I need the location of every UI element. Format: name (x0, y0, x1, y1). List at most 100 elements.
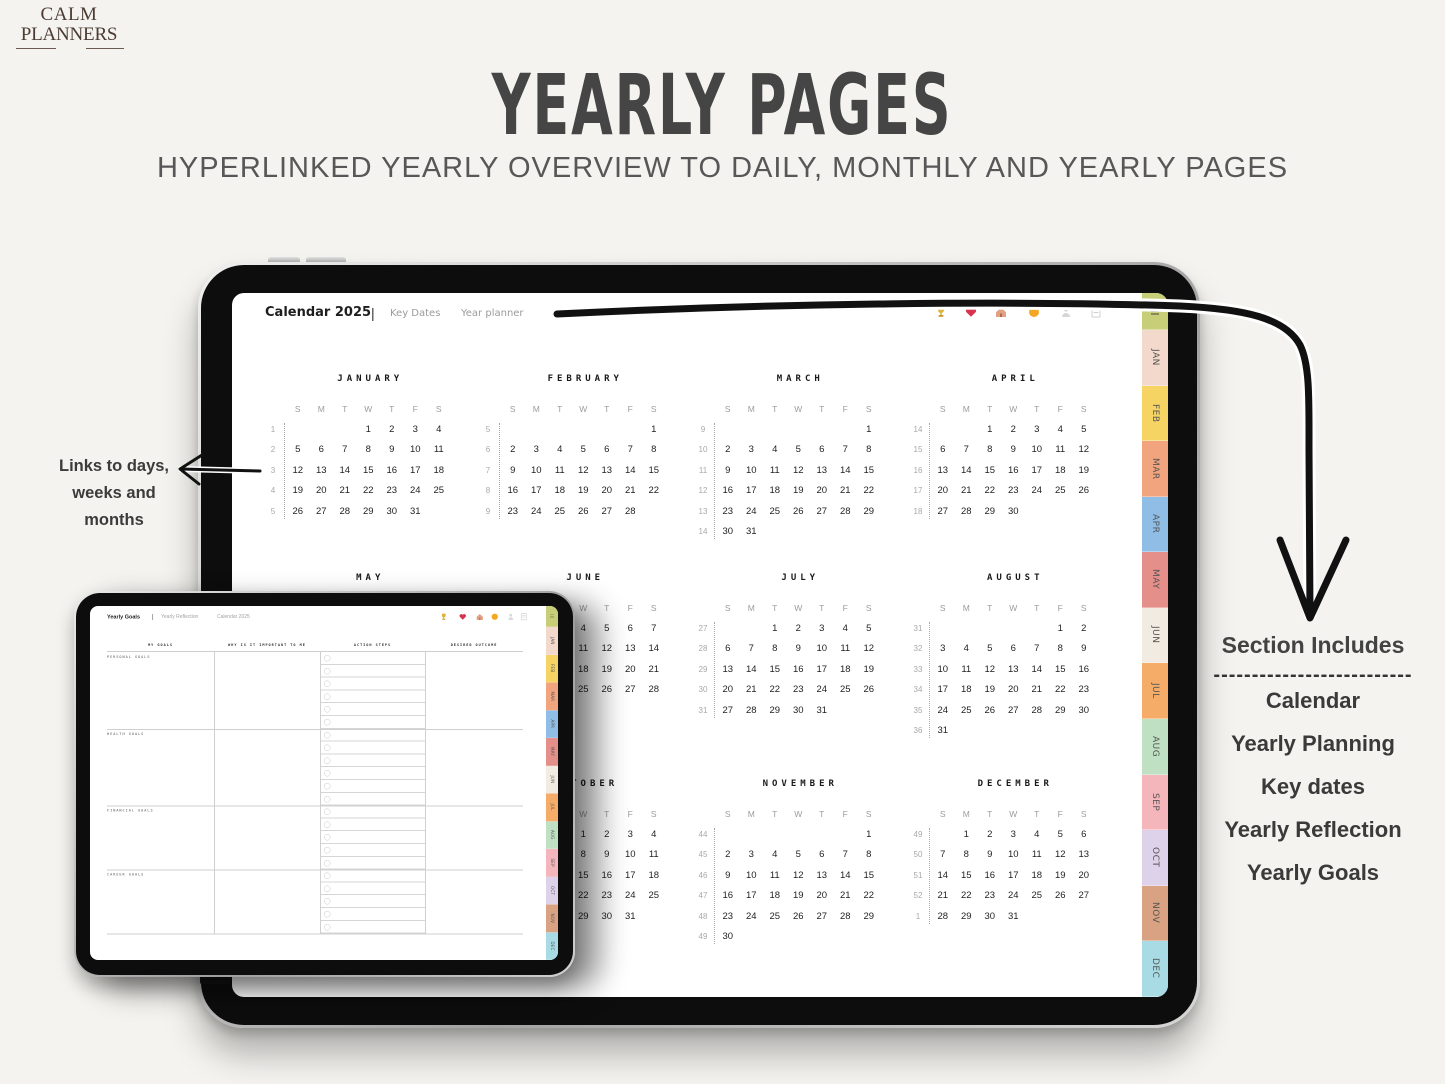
document-icon[interactable] (520, 613, 528, 621)
calendar-day[interactable]: 15 (763, 662, 787, 678)
calendar-day[interactable]: 8 (857, 847, 881, 863)
checkbox-circle[interactable] (324, 744, 331, 752)
calendar-day[interactable]: 11 (955, 662, 979, 678)
nav-link-year-planner[interactable]: Year planner (461, 306, 524, 322)
calendar-day[interactable]: 3 (1002, 827, 1026, 843)
calendar-day[interactable]: 10 (525, 463, 549, 479)
week-number-link[interactable]: 8 (477, 483, 499, 499)
calendar-day[interactable]: 9 (1072, 641, 1096, 657)
calendar-day[interactable]: 13 (1072, 847, 1096, 863)
calendar-day[interactable]: 20 (716, 682, 740, 698)
month-name-link[interactable]: JULY (716, 570, 881, 586)
calendar-day[interactable]: 11 (642, 847, 666, 863)
calendar-day[interactable]: 9 (380, 442, 404, 458)
calendar-day[interactable]: 5 (1072, 422, 1096, 438)
calendar-day[interactable]: 7 (333, 442, 357, 458)
month-name-link[interactable]: JUNE (501, 570, 666, 586)
calendar-day[interactable]: 14 (834, 868, 858, 884)
calendar-day[interactable]: 11 (763, 868, 787, 884)
calendar-day[interactable]: 18 (427, 463, 451, 479)
week-number-link[interactable]: 18 (907, 504, 929, 520)
month-tab-jul[interactable]: JUL (546, 793, 558, 822)
month-tab-dec[interactable]: DEC (1142, 941, 1168, 997)
calendar-day[interactable]: 17 (1002, 868, 1026, 884)
month-name-link[interactable]: FEBRUARY (501, 371, 666, 387)
week-number-link[interactable]: 4 (262, 483, 284, 499)
month-tab-sep[interactable]: SEP (546, 849, 558, 877)
month-tab-may[interactable]: MAY (1142, 552, 1168, 608)
calendar-day[interactable]: 5 (1049, 827, 1073, 843)
month-tab-dec[interactable]: DEC (546, 932, 558, 960)
calendar-day[interactable]: 9 (716, 463, 740, 479)
calendar-day[interactable]: 26 (857, 682, 881, 698)
month-tab-feb[interactable]: FEB (546, 654, 558, 683)
calendar-day[interactable]: 4 (955, 641, 979, 657)
calendar-day[interactable]: 10 (931, 662, 955, 678)
calendar-day[interactable]: 27 (716, 703, 740, 719)
calendar-day[interactable]: 9 (716, 868, 740, 884)
month-name-link[interactable]: AUGUST (931, 570, 1096, 586)
calendar-day[interactable]: 8 (857, 442, 881, 458)
action-step-row[interactable] (320, 754, 425, 768)
calendar-day[interactable]: 14 (642, 641, 666, 657)
calendar-day[interactable]: 11 (763, 463, 787, 479)
calendar-day[interactable]: 6 (716, 641, 740, 657)
calendar-day[interactable]: 13 (619, 641, 643, 657)
calendar-day[interactable]: 4 (1025, 827, 1049, 843)
action-step-row[interactable] (320, 742, 425, 755)
week-number-link[interactable]: 31 (907, 621, 929, 637)
week-number-link[interactable]: 49 (907, 827, 929, 843)
calendar-day[interactable]: 11 (1049, 442, 1073, 458)
calendar-day[interactable]: 1 (642, 422, 666, 438)
calendar-day[interactable]: 10 (1002, 847, 1026, 863)
calendar-day[interactable]: 30 (787, 703, 811, 719)
calendar-day[interactable]: 3 (619, 827, 643, 843)
calendar-day[interactable]: 11 (548, 463, 572, 479)
week-number-link[interactable]: 14 (692, 524, 714, 540)
calendar-day[interactable]: 11 (1025, 847, 1049, 863)
calendar-day[interactable]: 30 (1072, 703, 1096, 719)
calendar-day[interactable]: 4 (427, 422, 451, 438)
calendar-day[interactable]: 28 (333, 504, 357, 520)
calendar-day[interactable]: 23 (1072, 682, 1096, 698)
month-tab-nov[interactable]: NOV (546, 904, 558, 933)
sun-icon[interactable] (491, 613, 499, 621)
week-number-link[interactable]: 51 (907, 868, 929, 884)
person-icon[interactable] (1060, 306, 1072, 318)
action-step-row[interactable] (320, 716, 425, 729)
calendar-day[interactable]: 1 (572, 827, 596, 843)
calendar-day[interactable]: 21 (619, 483, 643, 499)
calendar-day[interactable]: 30 (380, 504, 404, 520)
calendar-day[interactable]: 18 (955, 682, 979, 698)
calendar-day[interactable]: 19 (978, 682, 1002, 698)
calendar-day[interactable]: 2 (978, 827, 1002, 843)
calendar-day[interactable]: 31 (1002, 909, 1026, 925)
calendar-day[interactable]: 6 (310, 442, 334, 458)
calendar-day[interactable]: 12 (595, 641, 619, 657)
calendar-day[interactable]: 26 (787, 909, 811, 925)
document-icon[interactable] (1090, 306, 1102, 318)
calendar-day[interactable]: 26 (595, 682, 619, 698)
week-number-link[interactable]: 9 (477, 504, 499, 520)
calendar-day[interactable]: 27 (1002, 703, 1026, 719)
calendar-day[interactable]: 14 (1025, 662, 1049, 678)
calendar-day[interactable]: 18 (763, 888, 787, 904)
month-tab-mar[interactable]: MAR (1142, 441, 1168, 497)
calendar-day[interactable]: 12 (978, 662, 1002, 678)
calendar-day[interactable]: 23 (1002, 483, 1026, 499)
month-tab-apr[interactable]: APR (546, 710, 558, 738)
calendar-day[interactable]: 15 (357, 463, 381, 479)
calendar-day[interactable]: 20 (1072, 868, 1096, 884)
calendar-day[interactable]: 1 (763, 621, 787, 637)
calendar-day[interactable]: 15 (955, 868, 979, 884)
calendar-day[interactable]: 16 (380, 463, 404, 479)
calendar-day[interactable]: 13 (931, 463, 955, 479)
calendar-day[interactable]: 17 (404, 463, 428, 479)
calendar-day[interactable]: 12 (1072, 442, 1096, 458)
calendar-day[interactable]: 12 (857, 641, 881, 657)
month-tab-jan[interactable]: JAN (546, 627, 558, 655)
calendar-day[interactable]: 5 (978, 641, 1002, 657)
calendar-day[interactable]: 28 (931, 909, 955, 925)
week-number-link[interactable]: 46 (692, 868, 714, 884)
calendar-day[interactable]: 27 (810, 909, 834, 925)
